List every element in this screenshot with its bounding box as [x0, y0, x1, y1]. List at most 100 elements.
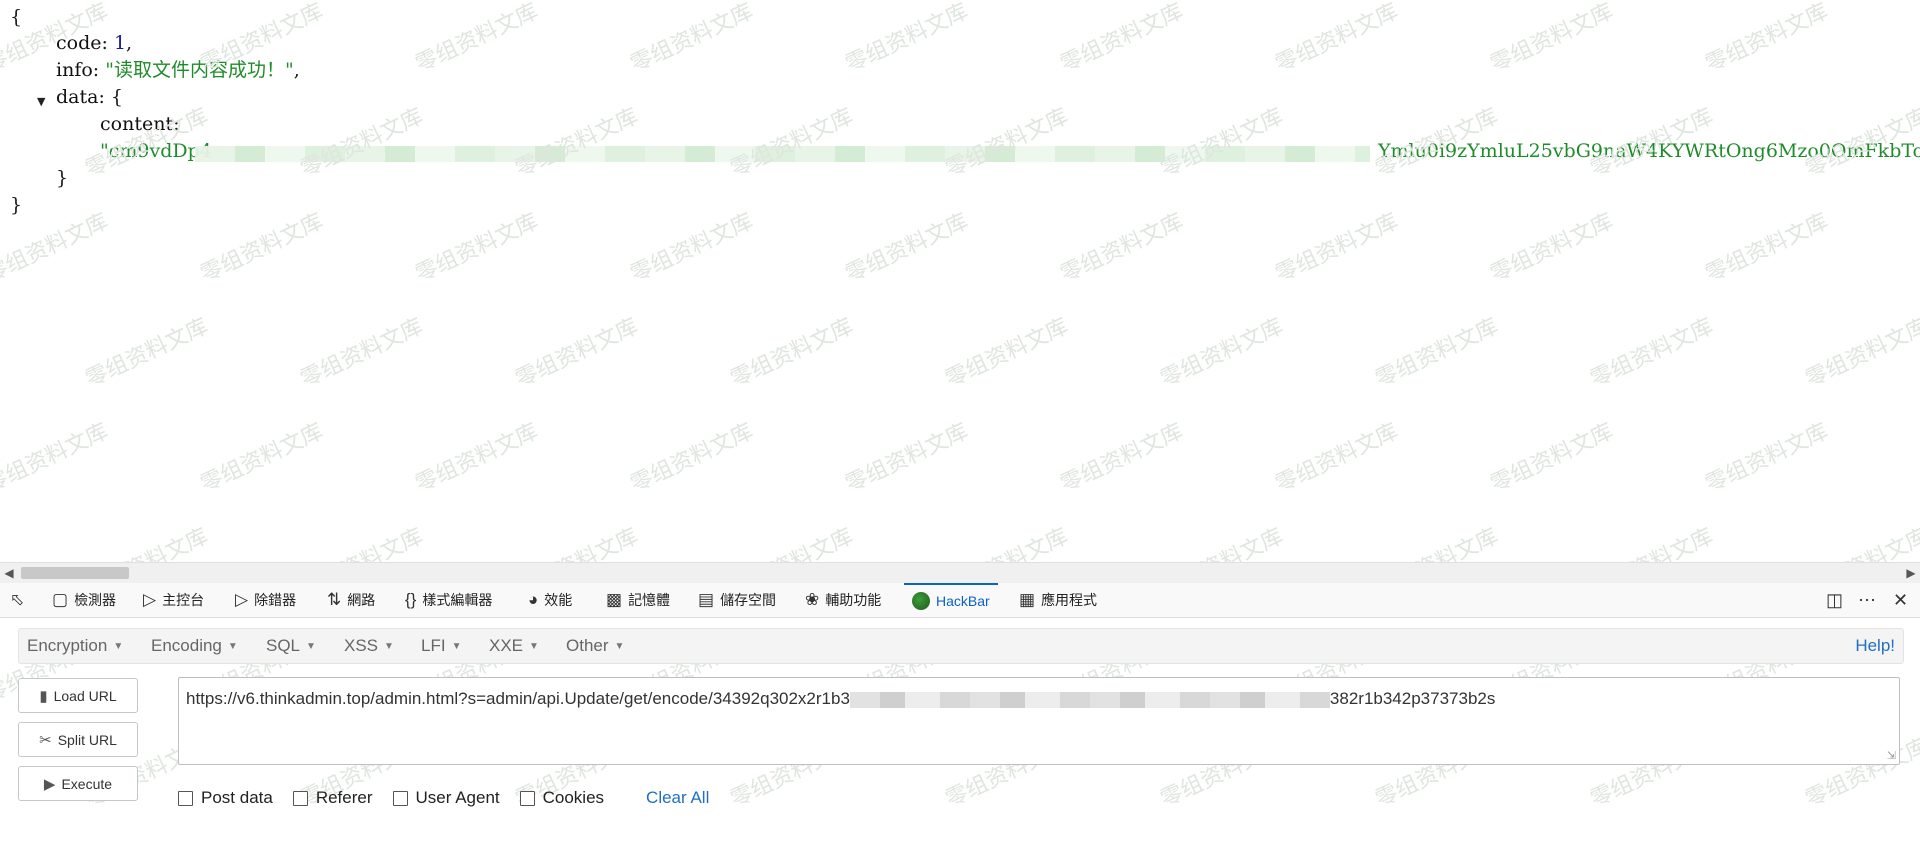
collapse-triangle-icon[interactable]: ▼ — [37, 88, 45, 115]
menu-encoding[interactable]: Encoding ▼ — [151, 629, 238, 663]
tab-console[interactable]: ▷ 主控台 — [143, 583, 204, 617]
tab-debugger[interactable]: ▷ 除錯器 — [235, 583, 296, 617]
menu-label: XSS — [344, 636, 379, 655]
caret-down-icon: ▼ — [614, 640, 625, 652]
menu-encryption[interactable]: Encryption ▼ — [27, 629, 123, 663]
redacted-content-blur — [195, 146, 1370, 162]
scroll-right-icon[interactable]: ▶ — [1902, 563, 1920, 583]
option-label: User Agent — [415, 788, 500, 807]
load-url-icon: ▮ — [39, 687, 48, 705]
json-key-code: code — [56, 32, 102, 54]
split-url-button[interactable]: ✂ Split URL — [18, 722, 138, 757]
network-icon: ⇅ — [327, 590, 342, 609]
hackbar-menu: Encryption ▼ Encoding ▼ SQL ▼ XSS ▼ LFI ▼ XXE… — [18, 628, 1904, 664]
json-key-content: content — [100, 113, 174, 135]
json-key-data: data — [56, 86, 99, 108]
checkbox-icon[interactable] — [178, 790, 193, 806]
application-icon: ▦ — [1019, 590, 1036, 609]
option-label: Referer — [315, 788, 373, 807]
horizontal-scrollbar[interactable]: ◀ ▶ — [0, 562, 1920, 583]
tab-label: HackBar — [936, 593, 990, 609]
json-row-code: code: 1, — [56, 32, 133, 54]
tab-inspector[interactable]: ▢ 檢測器 — [52, 583, 116, 617]
tab-style-editor[interactable]: {} 樣式編輯器 — [405, 583, 492, 617]
tab-label: 應用程式 — [1041, 592, 1098, 608]
cookies-checkbox[interactable]: Cookies — [519, 788, 604, 808]
menu-label: Encoding — [151, 636, 222, 655]
json-key-info: info — [56, 59, 93, 81]
url-text-start: https://v6.thinkadmin.top/admin.html?s=a… — [186, 689, 850, 708]
caret-down-icon: ▼ — [227, 640, 238, 652]
menu-xss[interactable]: XSS ▼ — [344, 629, 394, 663]
load-url-button[interactable]: ▮ Load URL — [18, 678, 138, 713]
json-value-content-end: Ymlu0i9zYmluL25vbG9naW4KYWRtOng6Mzo0OmFk… — [1378, 140, 1920, 162]
clear-all-link[interactable]: Clear All — [646, 788, 709, 808]
url-text-end: 382r1b342p37373b2s — [1329, 689, 1496, 708]
close-icon[interactable]: ✕ — [1893, 583, 1908, 617]
checkbox-icon[interactable] — [519, 790, 535, 806]
tab-storage[interactable]: ▤ 儲存空間 — [698, 583, 776, 617]
resize-grip-icon[interactable]: ⇲ — [1887, 749, 1896, 762]
json-open-brace: { — [10, 6, 23, 28]
inspector-icon: ▢ — [52, 590, 69, 609]
dock-toggle-icon[interactable]: ◫ — [1826, 583, 1843, 617]
json-viewer: { code: 1, info: "读取文件内容成功！", ▼ data: { … — [0, 0, 1920, 560]
menu-label: Other — [566, 636, 609, 655]
hackbar-options: Post data Referer User Agent Cookies Cle… — [178, 787, 709, 809]
scroll-thumb[interactable] — [21, 567, 129, 579]
tab-application[interactable]: ▦ 應用程式 — [1019, 583, 1097, 617]
json-value-info: "读取文件内容成功！" — [105, 59, 294, 81]
referer-checkbox[interactable]: Referer — [292, 788, 373, 808]
load-url-label: Load URL — [53, 687, 117, 704]
split-url-label: Split URL — [57, 731, 117, 748]
tab-label: 輔助功能 — [825, 592, 882, 608]
menu-sql[interactable]: SQL ▼ — [266, 629, 316, 663]
caret-down-icon: ▼ — [306, 640, 316, 652]
play-icon: ▶ — [43, 775, 56, 793]
tab-network[interactable]: ⇅ 網路 — [327, 583, 375, 617]
tab-label: 樣式編輯器 — [422, 592, 493, 608]
help-link[interactable]: Help! — [1855, 629, 1895, 663]
menu-label: SQL — [266, 636, 301, 655]
scroll-left-icon[interactable]: ◀ — [0, 563, 18, 583]
more-options-icon[interactable]: ⋯ — [1858, 583, 1876, 617]
tab-label: 檢測器 — [74, 592, 117, 608]
option-label: Post data — [201, 788, 273, 807]
json-row-info: info: "读取文件内容成功！", — [56, 59, 300, 81]
tab-memory[interactable]: ▩ 記憶體 — [606, 583, 670, 617]
debugger-icon: ▷ — [235, 590, 249, 609]
caret-down-icon: ▼ — [451, 640, 462, 652]
caret-down-icon: ▼ — [384, 640, 394, 652]
post-data-checkbox[interactable]: Post data — [178, 788, 273, 808]
menu-label: Encryption — [27, 636, 108, 655]
menu-label: XXE — [489, 636, 524, 655]
tab-label: 效能 — [544, 592, 573, 608]
tab-label: 網路 — [347, 592, 376, 608]
caret-down-icon: ▼ — [113, 640, 124, 652]
tab-accessibility[interactable]: ❀ 輔助功能 — [805, 583, 881, 617]
tab-label: 儲存空間 — [720, 592, 777, 608]
tab-performance[interactable]: ◕ 效能 — [528, 583, 572, 617]
style-editor-icon: {} — [405, 590, 417, 609]
url-textarea[interactable]: https://v6.thinkadmin.top/admin.html?s=a… — [178, 677, 1900, 765]
json-data-open: { — [110, 86, 123, 108]
execute-label: Execute — [61, 775, 113, 792]
performance-icon: ◕ — [528, 590, 539, 609]
checkbox-icon[interactable] — [392, 790, 408, 806]
console-icon: ▷ — [143, 590, 157, 609]
tab-hackbar[interactable]: HackBar — [904, 583, 998, 617]
checkbox-icon[interactable] — [292, 790, 308, 806]
tab-label: 除錯器 — [254, 592, 297, 608]
menu-other[interactable]: Other ▼ — [566, 629, 624, 663]
execute-button[interactable]: ▶ Execute — [18, 766, 138, 801]
user-agent-checkbox[interactable]: User Agent — [392, 788, 500, 808]
redacted-url-blur — [849, 691, 1330, 708]
memory-icon: ▩ — [606, 590, 623, 609]
menu-label: LFI — [421, 636, 446, 655]
menu-lfi[interactable]: LFI ▼ — [421, 629, 461, 663]
json-value-code: 1 — [113, 32, 127, 54]
menu-xxe[interactable]: XXE ▼ — [489, 629, 539, 663]
element-picker-button[interactable]: ⬁ — [10, 583, 24, 617]
tab-label: 記憶體 — [628, 592, 671, 608]
pointer-picker-icon: ⬁ — [10, 590, 25, 609]
